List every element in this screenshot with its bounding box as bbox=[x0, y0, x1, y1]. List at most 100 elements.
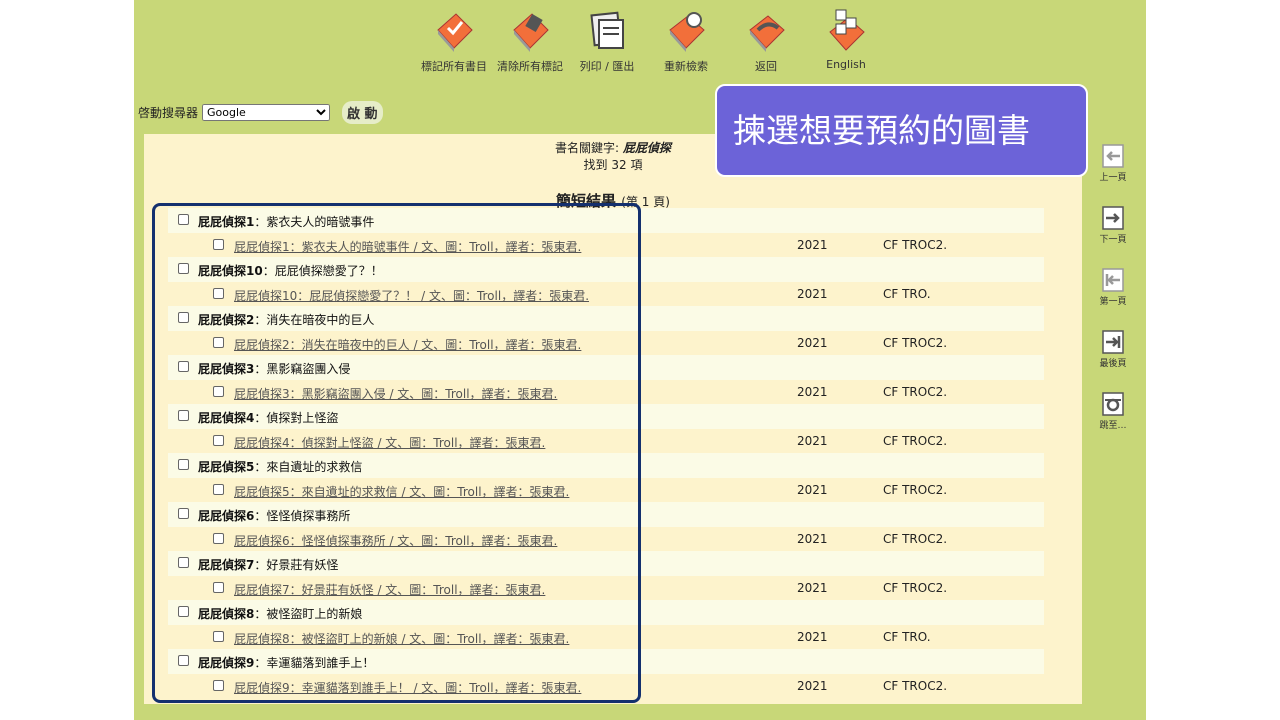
mark-all-button[interactable]: 標記所有書目 bbox=[414, 8, 494, 74]
record-call-number: CF TRO. bbox=[883, 286, 931, 301]
item-checkbox[interactable] bbox=[213, 336, 224, 348]
record-link[interactable]: 屁屁偵探3：黑影竊盜團入侵 / 文、圖：Troll，譯者：張東君. bbox=[234, 385, 557, 402]
result-title: 屁屁偵探6：怪怪偵探事務所 bbox=[198, 507, 350, 524]
first-page-icon bbox=[1102, 268, 1124, 292]
record-call-number: CF TROC2. bbox=[883, 482, 948, 497]
result-title-row: 屁屁偵探3：黑影竊盜團入侵 bbox=[168, 355, 1044, 380]
record-link[interactable]: 屁屁偵探1：紫衣夫人的暗號事件 / 文、圖：Troll，譯者：張東君. bbox=[234, 238, 581, 255]
first-page-button[interactable]: 第一頁 bbox=[1088, 266, 1138, 307]
next-page-button[interactable]: 下一頁 bbox=[1088, 204, 1138, 245]
record-year: 2021 bbox=[797, 335, 828, 350]
start-button[interactable]: 啟 動 bbox=[342, 101, 383, 124]
jump-to-button[interactable]: 跳至… bbox=[1088, 390, 1138, 431]
record-link[interactable]: 屁屁偵探10：屁屁偵探戀愛了？！ / 文、圖：Troll，譯者：張東君. bbox=[234, 287, 589, 304]
record-link[interactable]: 屁屁偵探5：來自遺址的求救信 / 文、圖：Troll，譯者：張東君. bbox=[234, 483, 569, 500]
result-item-row: 屁屁偵探5：來自遺址的求救信 / 文、圖：Troll，譯者：張東君. 2021 CF… bbox=[168, 478, 1044, 503]
clear-marks-label: 清除所有標記 bbox=[497, 60, 563, 73]
jump-to-label: 跳至… bbox=[1099, 421, 1127, 431]
title-checkbox[interactable] bbox=[178, 312, 189, 323]
item-checkbox[interactable] bbox=[213, 483, 224, 495]
clear-marks-button[interactable]: 清除所有標記 bbox=[490, 8, 570, 74]
back-button[interactable]: 返回 bbox=[726, 8, 806, 74]
result-title-row: 屁屁偵探9：幸運貓落到誰手上！ bbox=[168, 649, 1044, 674]
result-item-row: 屁屁偵探1：紫衣夫人的暗號事件 / 文、圖：Troll，譯者：張東君. 2021 C… bbox=[168, 233, 1044, 258]
next-page-icon bbox=[1102, 206, 1124, 230]
result-title: 屁屁偵探1：紫衣夫人的暗號事件 bbox=[198, 213, 374, 230]
title-checkbox[interactable] bbox=[178, 655, 189, 666]
search-engine-label: 啓動搜尋器 bbox=[138, 106, 199, 120]
record-call-number: CF TRO. bbox=[883, 629, 931, 644]
result-item-row: 屁屁偵探2：消失在暗夜中的巨人 / 文、圖：Troll，譯者：張東君. 2021 C… bbox=[168, 331, 1044, 356]
keyword-value: 屁屁偵探 bbox=[622, 141, 671, 155]
prev-page-label: 上一頁 bbox=[1099, 173, 1127, 183]
keyword-label: 書名關鍵字: bbox=[555, 141, 620, 155]
result-title: 屁屁偵探10：屁屁偵探戀愛了？！ bbox=[198, 262, 383, 279]
result-series: 屁屁偵探2 bbox=[198, 313, 255, 327]
instruction-callout: 揀選想要預約的圖書 bbox=[715, 84, 1088, 177]
record-link[interactable]: 屁屁偵探6：怪怪偵探事務所 / 文、圖：Troll，譯者：張東君. bbox=[234, 532, 557, 549]
result-series: 屁屁偵探1 bbox=[198, 215, 255, 229]
result-subtitle: ：被怪盜盯上的新娘 bbox=[254, 607, 363, 621]
new-search-button[interactable]: 重新檢索 bbox=[646, 8, 726, 74]
record-link[interactable]: 屁屁偵探9：幸運貓落到誰手上！ / 文、圖：Troll，譯者：張東君. bbox=[234, 679, 581, 696]
result-series: 屁屁偵探6 bbox=[198, 509, 255, 523]
result-subtitle: ：幸運貓落到誰手上！ bbox=[254, 656, 375, 670]
last-page-button[interactable]: 最後頁 bbox=[1088, 328, 1138, 369]
record-year: 2021 bbox=[797, 433, 828, 448]
print-export-button[interactable]: 列印 / 匯出 bbox=[567, 8, 647, 74]
new-search-label: 重新檢索 bbox=[664, 60, 708, 73]
result-subtitle: ：來自遺址的求救信 bbox=[254, 460, 363, 474]
result-series: 屁屁偵探3 bbox=[198, 362, 255, 376]
record-year: 2021 bbox=[797, 678, 828, 693]
result-title-row: 屁屁偵探2：消失在暗夜中的巨人 bbox=[168, 306, 1044, 331]
result-title-row: 屁屁偵探4：偵探對上怪盜 bbox=[168, 404, 1044, 429]
record-year: 2021 bbox=[797, 286, 828, 301]
results-list: 屁屁偵探1：紫衣夫人的暗號事件屁屁偵探1：紫衣夫人的暗號事件 / 文、圖：Tro… bbox=[168, 208, 1044, 698]
title-checkbox[interactable] bbox=[178, 410, 189, 421]
record-link[interactable]: 屁屁偵探8：被怪盜盯上的新娘 / 文、圖：Troll，譯者：張東君. bbox=[234, 630, 569, 647]
item-checkbox[interactable] bbox=[213, 287, 224, 299]
search-engine-select[interactable]: Google bbox=[202, 104, 331, 121]
record-call-number: CF TROC2. bbox=[883, 237, 948, 252]
prev-page-button[interactable]: 上一頁 bbox=[1088, 142, 1138, 183]
result-subtitle: ：黑影竊盜團入侵 bbox=[254, 362, 351, 376]
title-checkbox[interactable] bbox=[178, 606, 189, 617]
result-item-row: 屁屁偵探4：偵探對上怪盜 / 文、圖：Troll，譯者：張東君. 2021 CF T… bbox=[168, 429, 1044, 454]
title-checkbox[interactable] bbox=[178, 214, 189, 225]
english-button[interactable]: English bbox=[806, 8, 886, 71]
title-checkbox[interactable] bbox=[178, 459, 189, 470]
result-item-row: 屁屁偵探10：屁屁偵探戀愛了？！ / 文、圖：Troll，譯者：張東君. 2021… bbox=[168, 282, 1044, 307]
result-series: 屁屁偵探5 bbox=[198, 460, 255, 474]
item-checkbox[interactable] bbox=[213, 630, 224, 642]
result-title-row: 屁屁偵探6：怪怪偵探事務所 bbox=[168, 502, 1044, 527]
result-series: 屁屁偵探10 bbox=[198, 264, 263, 278]
title-checkbox[interactable] bbox=[178, 361, 189, 372]
item-checkbox[interactable] bbox=[213, 385, 224, 397]
record-call-number: CF TROC2. bbox=[883, 335, 948, 350]
item-checkbox[interactable] bbox=[213, 434, 224, 446]
search-engine-row: 啓動搜尋器 Google 啟 動 bbox=[138, 101, 383, 124]
item-checkbox[interactable] bbox=[213, 238, 224, 250]
result-title: 屁屁偵探4：偵探對上怪盜 bbox=[198, 409, 338, 426]
result-subtitle: ：紫衣夫人的暗號事件 bbox=[254, 215, 375, 229]
item-checkbox[interactable] bbox=[213, 581, 224, 593]
result-title: 屁屁偵探7：好景莊有妖怪 bbox=[198, 556, 338, 573]
title-checkbox[interactable] bbox=[178, 508, 189, 519]
record-year: 2021 bbox=[797, 629, 828, 644]
back-label: 返回 bbox=[755, 60, 777, 73]
title-checkbox[interactable] bbox=[178, 263, 189, 274]
item-checkbox[interactable] bbox=[213, 532, 224, 544]
result-subtitle: ：偵探對上怪盜 bbox=[254, 411, 339, 425]
record-call-number: CF TROC2. bbox=[883, 580, 948, 595]
record-call-number: CF TROC2. bbox=[883, 384, 948, 399]
item-checkbox[interactable] bbox=[213, 679, 224, 691]
record-link[interactable]: 屁屁偵探7：好景莊有妖怪 / 文、圖：Troll，譯者：張東君. bbox=[234, 581, 545, 598]
result-series: 屁屁偵探8 bbox=[198, 607, 255, 621]
title-checkbox[interactable] bbox=[178, 557, 189, 568]
record-link[interactable]: 屁屁偵探4：偵探對上怪盜 / 文、圖：Troll，譯者：張東君. bbox=[234, 434, 545, 451]
toolbar: 標記所有書目 清除所有標記 列印 / 匯出 重新檢索 返回 English bbox=[414, 8, 874, 78]
record-link[interactable]: 屁屁偵探2：消失在暗夜中的巨人 / 文、圖：Troll，譯者：張東君. bbox=[234, 336, 581, 353]
last-page-icon bbox=[1102, 330, 1124, 354]
result-subtitle: ：好景莊有妖怪 bbox=[254, 558, 339, 572]
result-subtitle: ：屁屁偵探戀愛了？！ bbox=[262, 264, 383, 278]
